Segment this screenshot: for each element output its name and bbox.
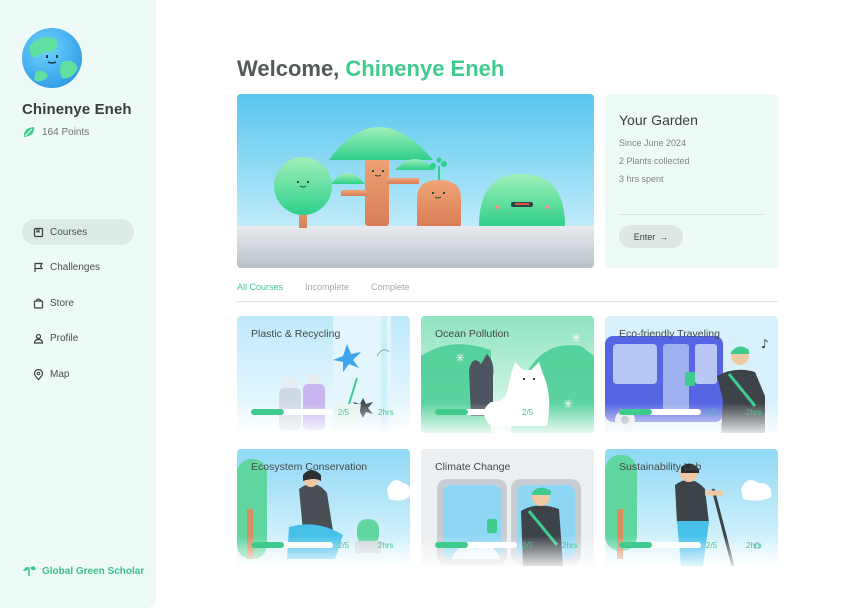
plant-logo-icon <box>23 566 36 576</box>
progress-fill <box>619 409 652 415</box>
user-name: Chinenye Eneh <box>22 101 132 118</box>
brand-name: Global Green Scholar <box>42 565 145 577</box>
progress-fill <box>619 542 652 548</box>
sidebar-item-label: Store <box>50 297 74 309</box>
sidebar-nav: Courses Challenges Store Profile Map <box>22 219 134 397</box>
svg-text:♪: ♪ <box>761 337 769 351</box>
garden-title: Your Garden <box>619 112 698 128</box>
course-duration: 2hrs <box>378 408 394 417</box>
book-icon <box>33 227 44 237</box>
garden-since: Since June 2024 <box>619 138 687 148</box>
tab-all-courses[interactable]: All Courses <box>237 281 283 301</box>
arrow-right-icon: → <box>659 231 669 242</box>
course-duration: 2hrs <box>562 541 578 550</box>
course-card-ecosystem-conservation[interactable]: Ecosystem Conservation 2/5 2hrs <box>237 449 410 566</box>
garden-hero-image[interactable] <box>237 94 594 268</box>
progress-count: 2/5 <box>522 408 534 417</box>
welcome-prefix: Welcome, <box>237 56 346 81</box>
svg-text:✳: ✳ <box>571 331 581 345</box>
card-fade <box>421 403 594 433</box>
course-title: Sustainability Lab <box>619 461 702 473</box>
course-title: Eco-friendly Traveling <box>619 328 720 340</box>
flag-icon <box>34 262 44 272</box>
map-pin-icon <box>33 368 44 380</box>
sidebar-item-courses[interactable]: Courses <box>22 219 134 245</box>
progress-count: 2/5 <box>706 408 718 417</box>
progress-count: 2/5 <box>338 408 350 417</box>
progress-fill <box>435 409 468 415</box>
sidebar-item-label: Challenges <box>50 262 101 273</box>
points-label: 164 Points <box>42 126 90 138</box>
course-card-eco-friendly-traveling[interactable]: ♪ Eco-friendly Traveling 2/5 2hrs <box>605 316 778 433</box>
progress-bar <box>251 542 333 548</box>
course-title: Climate Change <box>435 461 511 473</box>
points-display: 164 Points <box>22 125 89 139</box>
progress-bar <box>251 409 333 415</box>
course-card-ocean-pollution[interactable]: ✳ ✳ ✳ Ocean Pollution 2/5 <box>421 316 594 433</box>
user-icon <box>33 333 44 344</box>
progress-bar <box>435 409 517 415</box>
leaf-icon <box>23 127 35 137</box>
progress-bar <box>619 542 701 548</box>
progress-count: 2/5 <box>338 541 350 550</box>
welcome-name: Chinenye Eneh <box>345 56 505 81</box>
avatar[interactable] <box>22 28 82 88</box>
course-title: Ocean Pollution <box>435 328 510 340</box>
page-title: Welcome, Chinenye Eneh <box>237 56 504 82</box>
sidebar-item-challenges[interactable]: Challenges <box>22 255 134 281</box>
progress-count: 2/5 <box>706 541 718 550</box>
course-title: Ecosystem Conservation <box>251 461 368 473</box>
course-card-plastic-recycling[interactable]: Plastic & Recycling 2/5 2hrs <box>237 316 410 433</box>
sidebar-item-store[interactable]: Store <box>22 290 134 316</box>
sidebar-item-label: Profile <box>50 333 79 344</box>
bag-icon <box>33 297 44 309</box>
course-card-climate-change[interactable]: Climate Change 2/5 2hrs <box>421 449 594 566</box>
progress-bar <box>435 542 517 548</box>
sidebar-item-map[interactable]: Map <box>22 361 134 387</box>
sidebar: Chinenye Eneh 164 Points Courses Challen… <box>0 0 156 608</box>
course-duration: 2hrs <box>746 408 762 417</box>
progress-fill <box>251 542 284 548</box>
progress-count: 2/5 <box>522 541 534 550</box>
course-card-sustainability-lab[interactable]: ✿ Sustainability Lab 2/5 2hrs <box>605 449 778 566</box>
garden-illustration <box>237 94 594 268</box>
course-filter-tabs: All Courses Incomplete Complete <box>237 281 778 302</box>
tab-incomplete[interactable]: Incomplete <box>305 281 349 301</box>
svg-text:✳: ✳ <box>455 351 465 365</box>
sidebar-item-label: Courses <box>50 226 88 238</box>
course-duration: 2hrs <box>378 541 394 550</box>
course-title: Plastic & Recycling <box>251 328 341 340</box>
sidebar-item-label: Map <box>50 368 70 380</box>
garden-plants: 2 Plants collected <box>619 156 690 166</box>
progress-fill <box>251 409 284 415</box>
enter-garden-button[interactable]: Enter → <box>619 225 683 248</box>
progress-fill <box>435 542 468 548</box>
course-duration: 2hrs <box>746 541 762 550</box>
brand-logo[interactable]: Global Green Scholar <box>22 565 144 577</box>
sidebar-item-profile[interactable]: Profile <box>22 326 134 352</box>
tab-complete[interactable]: Complete <box>371 281 410 301</box>
enter-button-label: Enter <box>633 231 656 242</box>
garden-time: 3 hrs spent <box>619 174 664 184</box>
progress-bar <box>619 409 701 415</box>
divider <box>619 214 764 215</box>
garden-panel: Your Garden Since June 2024 2 Plants col… <box>605 94 778 268</box>
